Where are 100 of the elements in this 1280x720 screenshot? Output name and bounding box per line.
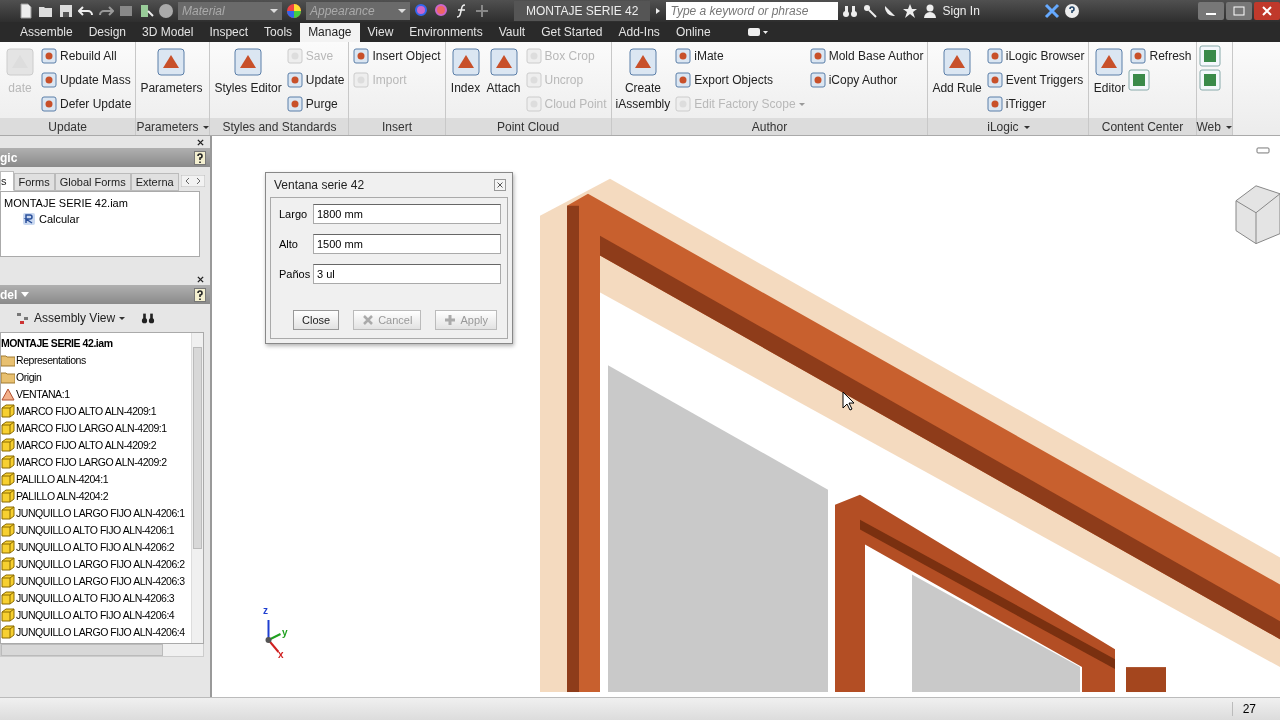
ribbon-tab[interactable]: Vault bbox=[490, 23, 534, 42]
image-icon[interactable] bbox=[118, 3, 134, 19]
tree-item[interactable]: JUNQUILLO ALTO FIJO ALN-4206:4 bbox=[1, 606, 191, 623]
ribbon-button[interactable]: iLogic Browser bbox=[984, 44, 1087, 68]
panel-title[interactable]: Web bbox=[1196, 118, 1232, 135]
ribbon-tab[interactable]: Tools bbox=[256, 23, 301, 42]
ribbon-button[interactable]: Insert Object bbox=[351, 44, 443, 68]
ribbon-button[interactable]: Parameters bbox=[138, 44, 205, 116]
browser-tab[interactable]: s bbox=[0, 171, 14, 191]
search-field[interactable]: Type a keyword or phrase bbox=[666, 2, 839, 20]
ribbon-button[interactable]: Rebuild All bbox=[39, 44, 134, 68]
restore-icon[interactable] bbox=[1226, 2, 1252, 20]
tree-item[interactable]: MARCO FIJO ALTO ALN-4209:2 bbox=[1, 436, 191, 453]
ribbon-tab[interactable]: Add-Ins bbox=[610, 23, 668, 42]
tool-icon[interactable] bbox=[1198, 69, 1221, 91]
tool-icon bbox=[626, 46, 659, 78]
ribbon-button[interactable]: Create iAssembly bbox=[613, 44, 673, 116]
browser-tab[interactable]: Externa bbox=[130, 173, 179, 191]
browser-tab[interactable]: Forms bbox=[13, 173, 55, 191]
sign-in-button[interactable]: Sign In bbox=[922, 3, 1040, 19]
help-icon[interactable] bbox=[1063, 3, 1080, 19]
tool-icon[interactable] bbox=[1128, 69, 1151, 91]
ribbon-tab[interactable]: Design bbox=[80, 23, 135, 42]
tool-icon[interactable] bbox=[1198, 45, 1221, 67]
ribbon-button[interactable]: Export Objects bbox=[673, 68, 807, 92]
browser-tab[interactable]: Global Forms bbox=[54, 173, 131, 191]
magnifier-icon[interactable] bbox=[414, 3, 430, 19]
panel-toggle-icon[interactable] bbox=[746, 27, 769, 37]
close-icon[interactable] bbox=[494, 179, 506, 191]
tree-item[interactable]: Representations bbox=[1, 351, 191, 368]
panel-title[interactable]: Parameters bbox=[136, 118, 210, 135]
ribbon-tab[interactable]: Manage bbox=[300, 23, 360, 42]
ribbon-button[interactable]: Update Mass bbox=[39, 68, 134, 92]
color-wheel-icon[interactable] bbox=[286, 3, 302, 19]
star-icon[interactable] bbox=[902, 3, 919, 19]
tree-item[interactable]: JUNQUILLO LARGO FIJO ALN-4206:2 bbox=[1, 555, 191, 572]
key-icon[interactable] bbox=[862, 3, 879, 19]
tree-item[interactable]: MARCO FIJO LARGO ALN-4209:2 bbox=[1, 453, 191, 470]
ribbon-button[interactable]: iMate bbox=[673, 44, 807, 68]
ribbon-button[interactable]: Event Triggers bbox=[984, 68, 1087, 92]
tree-item[interactable]: MARCO FIJO ALTO ALN-4209:1 bbox=[1, 402, 191, 419]
ribbon-button[interactable]: Refresh bbox=[1128, 44, 1194, 68]
ribbon-tab[interactable]: Get Started bbox=[533, 23, 611, 42]
ribbon-button[interactable]: Update bbox=[284, 68, 347, 92]
tree-item[interactable]: JUNQUILLO ALTO FIJO ALN-4206:2 bbox=[1, 538, 191, 555]
help-icon[interactable] bbox=[194, 150, 206, 165]
vertical-scrollbar[interactable] bbox=[191, 333, 203, 643]
save-icon[interactable] bbox=[58, 3, 74, 19]
ribbon-tab[interactable]: Inspect bbox=[201, 23, 257, 42]
input-field[interactable]: 1800 mm bbox=[313, 204, 501, 224]
tree-item[interactable]: JUNQUILLO LARGO FIJO ALN-4206:1 bbox=[1, 504, 191, 521]
ribbon-tab[interactable]: 3D Model bbox=[134, 23, 202, 42]
ribbon-button[interactable]: Index bbox=[447, 44, 484, 116]
ribbon-button[interactable]: iCopy Author bbox=[807, 68, 926, 92]
binoculars-icon[interactable] bbox=[842, 3, 859, 19]
tree-item[interactable]: MONTAJE SERIE 42.iam bbox=[1, 334, 191, 351]
minimize-icon[interactable] bbox=[1198, 2, 1224, 20]
ribbon-button[interactable]: Mold Base Author bbox=[807, 44, 926, 68]
scroll-arrows-icon[interactable] bbox=[180, 175, 205, 187]
view-cube-icon[interactable] bbox=[1235, 185, 1280, 245]
caret-icon[interactable] bbox=[21, 291, 30, 298]
tree-item[interactable]: JUNQUILLO LARGO FIJO ALN-4206:4 bbox=[1, 623, 191, 640]
tree-item[interactable]: MONTAJE SERIE 42.iam bbox=[4, 195, 196, 211]
new-file-icon[interactable] bbox=[18, 3, 34, 19]
dialog-button[interactable]: Close bbox=[293, 310, 340, 330]
view-dropdown[interactable]: Assembly View bbox=[10, 310, 132, 326]
close-icon[interactable] bbox=[197, 139, 204, 146]
ribbon-button[interactable]: Add Rule bbox=[930, 44, 984, 116]
tree-item[interactable]: JUNQUILLO LARGO FIJO ALN-4206:3 bbox=[1, 572, 191, 589]
magnifier-icon[interactable] bbox=[434, 3, 450, 19]
tree-item[interactable]: VENTANA:1 bbox=[1, 385, 191, 402]
horizontal-scrollbar[interactable] bbox=[0, 644, 204, 657]
ribbon-tab[interactable]: Online bbox=[667, 23, 719, 42]
plus-icon[interactable] bbox=[474, 3, 490, 19]
minimize-icon[interactable] bbox=[1256, 147, 1270, 154]
x-logo-icon[interactable] bbox=[1043, 3, 1060, 19]
panel-title[interactable]: iLogic bbox=[928, 118, 1089, 135]
help-icon[interactable] bbox=[194, 287, 206, 302]
ribbon-tab[interactable]: View bbox=[359, 23, 402, 42]
tree-item[interactable]: JUNQUILLO ALTO FIJO ALN-4206:1 bbox=[1, 521, 191, 538]
ribbon-button[interactable]: iTrigger bbox=[984, 92, 1087, 116]
ribbon-button[interactable]: Editor bbox=[1091, 44, 1128, 116]
tree-item[interactable]: JUNQUILLO ALTO FIJO ALN-4206:3 bbox=[1, 589, 191, 606]
tree-item[interactable]: PALILLO ALN-4204:1 bbox=[1, 470, 191, 487]
binoculars-icon[interactable] bbox=[141, 311, 156, 325]
ribbon-tab[interactable]: Environments bbox=[401, 23, 491, 42]
ribbon-tab[interactable]: Assemble bbox=[12, 23, 81, 42]
ribbon-button[interactable]: Defer Update bbox=[39, 92, 134, 116]
select-icon[interactable] bbox=[138, 3, 154, 19]
ribbon-button[interactable]: Attach bbox=[484, 44, 523, 116]
tree-item[interactable]: MARCO FIJO LARGO ALN-4209:1 bbox=[1, 419, 191, 436]
tree-item[interactable]: Origin bbox=[1, 368, 191, 385]
ribbon-button[interactable]: Styles Editor bbox=[212, 44, 284, 116]
close-icon[interactable] bbox=[197, 276, 204, 283]
tree-item[interactable]: PALILLO ALN-4204:2 bbox=[1, 487, 191, 504]
close-icon[interactable] bbox=[1254, 2, 1280, 20]
tree-item[interactable]: Calcular bbox=[4, 211, 196, 227]
input-field[interactable]: 3 ul bbox=[313, 264, 501, 284]
input-field[interactable]: 1500 mm bbox=[313, 234, 501, 254]
ribbon-button[interactable]: Purge bbox=[284, 92, 347, 116]
